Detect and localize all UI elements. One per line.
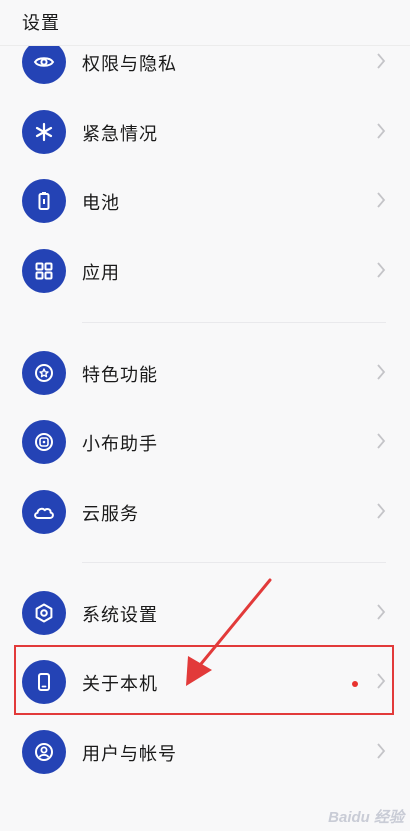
settings-item-label: 权限与隐私 bbox=[82, 54, 177, 75]
settings-item-label: 用户与帐号 bbox=[82, 744, 177, 765]
emergency-asterisk-icon bbox=[22, 110, 66, 154]
star-badge-icon bbox=[22, 351, 66, 395]
settings-item-features[interactable]: 特色功能 bbox=[0, 341, 410, 407]
page-title: 设置 bbox=[22, 13, 60, 34]
settings-item-label: 特色功能 bbox=[82, 365, 158, 386]
settings-item-cloud[interactable]: 云服务 bbox=[0, 480, 410, 546]
page-header: 设置 bbox=[0, 0, 410, 45]
group-divider bbox=[82, 562, 386, 563]
chevron-right-icon bbox=[377, 743, 386, 759]
settings-item-system[interactable]: 系统设置 bbox=[0, 581, 410, 647]
watermark-text: Baidu 经验 bbox=[328, 809, 404, 826]
settings-item-emergency[interactable]: 紧急情况 bbox=[0, 100, 410, 166]
settings-item-label: 紧急情况 bbox=[82, 124, 158, 145]
settings-item-apps[interactable]: 应用 bbox=[0, 239, 410, 305]
chevron-right-icon bbox=[377, 192, 386, 208]
chevron-right-icon bbox=[377, 503, 386, 519]
chevron-right-icon bbox=[377, 433, 386, 449]
settings-item-label: 云服务 bbox=[82, 504, 139, 525]
settings-item-label: 电池 bbox=[82, 193, 120, 214]
chevron-right-icon bbox=[377, 262, 386, 278]
settings-item-label: 应用 bbox=[82, 263, 120, 284]
assistant-icon bbox=[22, 420, 66, 464]
apps-grid-icon bbox=[22, 249, 66, 293]
privacy-eye-icon bbox=[22, 40, 66, 84]
settings-item-user-account[interactable]: 用户与帐号 bbox=[0, 720, 410, 786]
group-divider bbox=[82, 322, 386, 323]
header-divider bbox=[0, 45, 410, 46]
chevron-right-icon bbox=[377, 53, 386, 69]
cloud-icon bbox=[22, 490, 66, 534]
settings-item-battery[interactable]: 电池 bbox=[0, 169, 410, 235]
user-account-icon bbox=[22, 730, 66, 774]
settings-item-label: 系统设置 bbox=[82, 605, 158, 626]
settings-item-label: 小布助手 bbox=[82, 434, 158, 455]
battery-icon bbox=[22, 179, 66, 223]
hexagon-settings-icon bbox=[22, 591, 66, 635]
highlight-box-annotation bbox=[14, 645, 394, 715]
settings-item-assistant[interactable]: 小布助手 bbox=[0, 410, 410, 476]
chevron-right-icon bbox=[377, 604, 386, 620]
chevron-right-icon bbox=[377, 364, 386, 380]
chevron-right-icon bbox=[377, 123, 386, 139]
